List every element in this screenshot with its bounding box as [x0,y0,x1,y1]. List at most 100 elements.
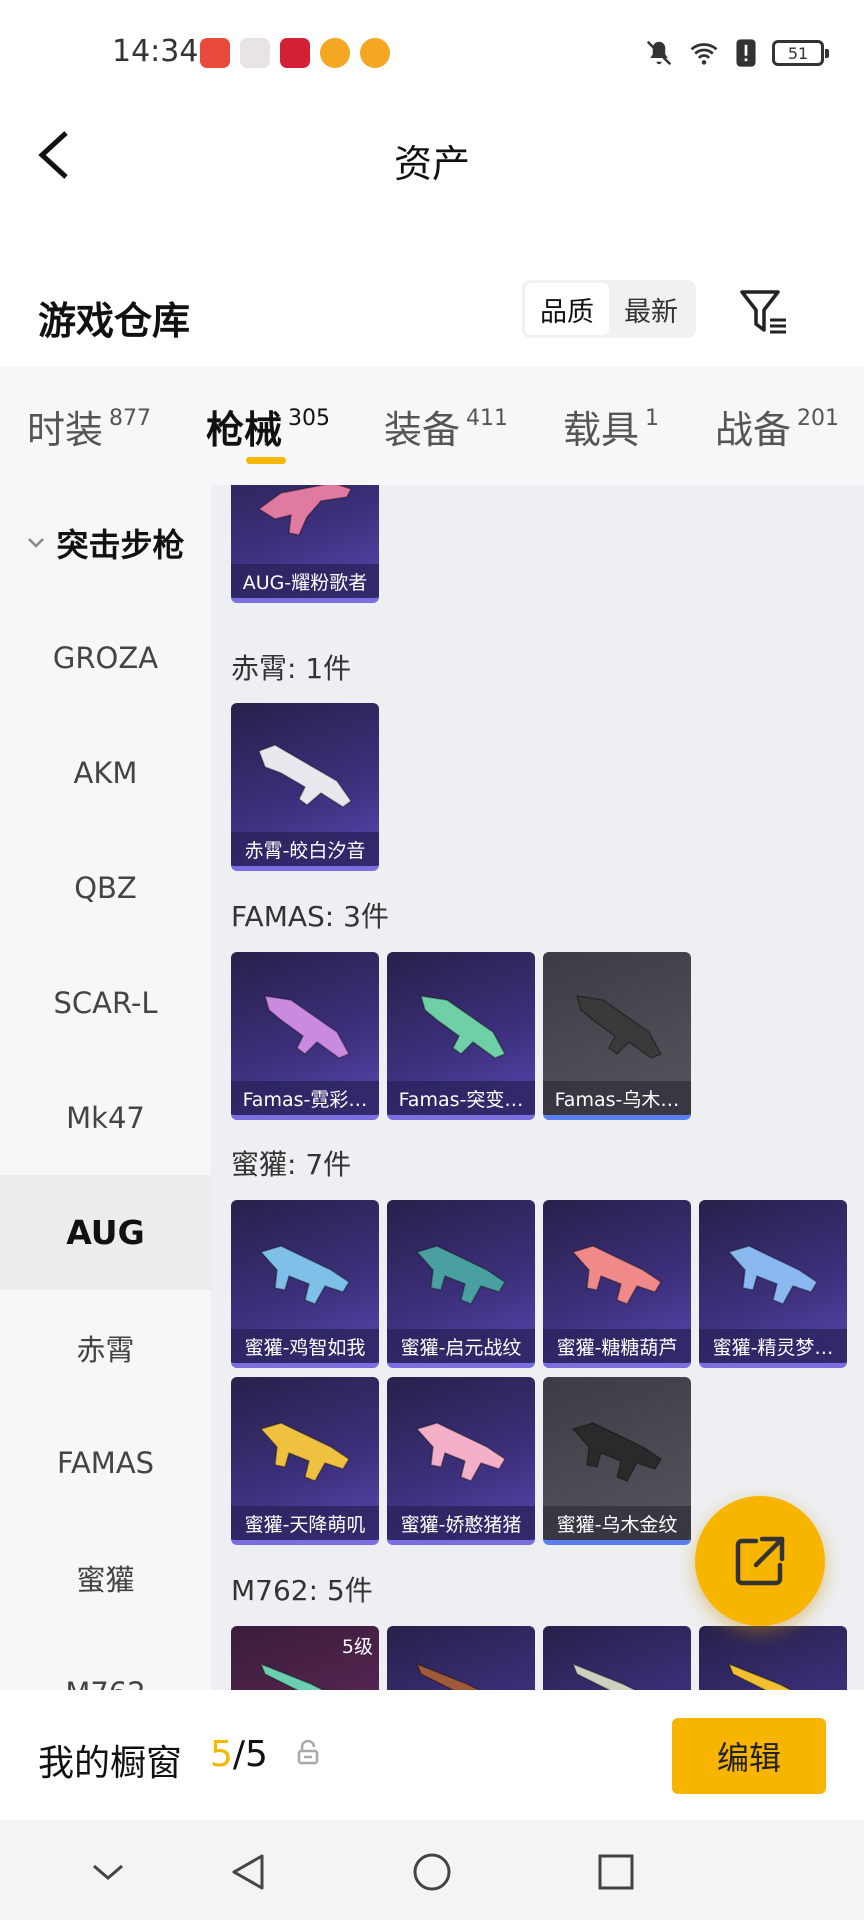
battery-level: 51 [787,43,809,63]
tab-vehicles[interactable]: 载具 1 [563,399,659,454]
skin-card[interactable]: 蜜獾-娇憨猪猪 [387,1377,535,1545]
skin-card[interactable]: 蜜獾-鸡智如我 [231,1200,379,1368]
section-title: FAMAS: 3件 [231,900,389,933]
sidebar-item-chixiao[interactable]: 赤霄 [0,1290,211,1405]
sidebar-group-assault-rifle[interactable]: 突击步枪 [0,485,211,600]
skin-card[interactable]: Famas-突变… [387,952,535,1120]
skin-name: 蜜獾-乌木金纹 [543,1506,691,1540]
gun-icon [259,1422,351,1482]
skin-name: Famas-霓彩… [231,1081,379,1115]
skin-card[interactable]: 5级 [231,1626,379,1690]
gun-icon [263,995,351,1059]
skin-name: 蜜獾-鸡智如我 [231,1329,379,1363]
skin-card[interactable]: 蜜獾-天降萌叽 [231,1377,379,1545]
sort-toggle: 品质 最新 [522,280,696,338]
share-button[interactable] [695,1496,825,1626]
tab-vehicles-count: 1 [645,406,660,431]
gun-icon [727,1662,793,1690]
weapon-type-sidebar: 突击步枪 GROZA AKM QBZ SCAR-L Mk47 AUG 赤霄 FA… [0,485,211,1690]
edit-button[interactable]: 编辑 [672,1718,826,1794]
home-circle-icon[interactable] [410,1850,454,1894]
warehouse-title: 游戏仓库 [38,299,191,343]
sort-newest-button[interactable]: 最新 [609,283,693,335]
gun-icon [575,995,663,1059]
skin-name: Famas-突变… [387,1081,535,1115]
sidebar-item-mihuan[interactable]: 蜜獾 [0,1520,211,1635]
gun-icon [258,744,353,808]
system-navigation-bar [0,1820,864,1920]
gun-icon [419,995,507,1059]
warehouse-header: 游戏仓库 品质 最新 [0,260,864,365]
filter-icon[interactable] [738,286,790,338]
box-app-icon [240,38,270,68]
category-tabs: 时装 877 枪械 305 装备 411 载具 1 战备 201 [0,367,864,485]
share-icon [735,1536,785,1586]
tab-equipment-count: 411 [466,406,509,431]
status-app-icons [200,38,390,68]
wifi-icon [690,43,718,65]
sidebar-item-scar-l[interactable]: SCAR-L [0,945,211,1060]
tab-equipment[interactable]: 装备 411 [384,399,508,454]
skin-card[interactable] [699,1626,847,1690]
tab-weapons[interactable]: 枪械 305 [206,399,330,454]
skin-card[interactable] [387,1626,535,1690]
showcase-count: 5/5 [210,1734,268,1775]
recents-square-icon[interactable] [594,1850,638,1894]
tab-weapons-count: 305 [288,406,331,431]
status-bar: 14:34 51 [0,0,864,105]
skin-card[interactable]: Famas-乌木… [543,952,691,1120]
skin-card[interactable]: 蜜獾-启元战纹 [387,1200,535,1368]
status-time: 14:34 [112,34,199,69]
mute-icon [646,40,672,66]
skin-card[interactable]: 蜜獾-精灵梦… [699,1200,847,1368]
gun-icon [415,1245,507,1305]
battery-icon: 51 [772,40,829,66]
sidebar-item-qbz[interactable]: QBZ [0,830,211,945]
sidebar-item-famas[interactable]: FAMAS [0,1405,211,1520]
gun-icon [415,1422,507,1482]
gun-icon [571,1662,637,1690]
gun-icon [727,1245,819,1305]
sidebar-item-mk47[interactable]: Mk47 [0,1060,211,1175]
lock-icon [297,1740,319,1765]
skin-card[interactable]: 蜜獾-乌木金纹 [543,1377,691,1545]
skin-card[interactable]: AUG-耀粉歌者 [231,485,379,603]
gun-icon [259,1662,325,1690]
sidebar-item-m762[interactable]: M762 [0,1635,211,1691]
tab-equipment-label: 装备 [384,408,461,452]
tab-fashion-count: 877 [109,406,152,431]
showcase-total: /5 [232,1734,268,1775]
tab-supplies-label: 战备 [715,408,792,452]
skin-name: 蜜獾-精灵梦… [699,1329,847,1363]
huawei-app-icon [200,38,230,68]
section-title: 赤霄: 1件 [231,652,352,685]
tab-fashion[interactable]: 时装 877 [27,399,151,454]
gun-icon [259,1245,351,1305]
sidebar-item-aug[interactable]: AUG [0,1175,211,1290]
sidebar-item-akm[interactable]: AKM [0,715,211,830]
skin-name: AUG-耀粉歌者 [231,564,379,598]
chevron-down-icon[interactable] [86,1850,130,1894]
skin-card[interactable]: 赤霄-皎白汐音 [231,703,379,871]
chevron-down-icon [28,537,45,548]
skin-name: 蜜獾-娇憨猪猪 [387,1506,535,1540]
gun-icon [571,1245,663,1305]
skin-card[interactable]: Famas-霓彩… [231,952,379,1120]
skin-card[interactable] [543,1626,691,1690]
red-app-icon [280,38,310,68]
skin-name: Famas-乌木… [543,1081,691,1115]
tab-fashion-label: 时装 [27,408,104,452]
cat-app-icon-2 [360,38,390,68]
tab-supplies[interactable]: 战备 201 [715,399,839,454]
skin-name: 赤霄-皎白汐音 [231,832,379,866]
tab-vehicles-label: 载具 [563,408,640,452]
sort-quality-button[interactable]: 品质 [525,283,609,335]
section-title: 蜜獾: 7件 [231,1148,352,1181]
sidebar-group-label: 突击步枪 [56,525,185,564]
sidebar-item-groza[interactable]: GROZA [0,600,211,715]
status-indicators: 51 [644,38,829,68]
skin-card[interactable]: 蜜獾-糖糖葫芦 [543,1200,691,1368]
gun-icon [571,1422,663,1482]
app-header: 资产 [0,105,864,210]
back-triangle-icon[interactable] [226,1850,270,1894]
